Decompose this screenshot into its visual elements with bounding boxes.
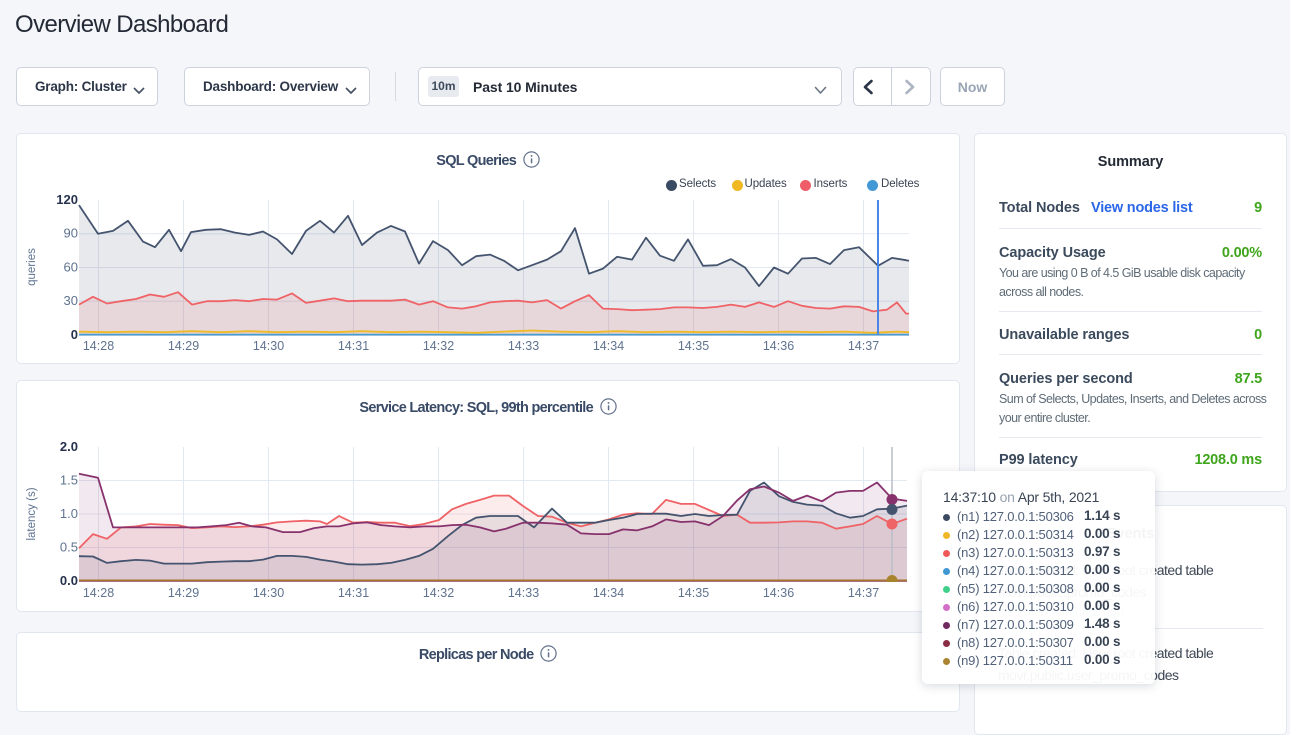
svg-text:14:35: 14:35 — [678, 339, 709, 353]
svg-text:0.0: 0.0 — [60, 573, 78, 588]
svg-text:2.0: 2.0 — [60, 439, 78, 454]
svg-text:14:33: 14:33 — [508, 586, 539, 600]
svg-text:1.5: 1.5 — [60, 473, 78, 488]
svg-text:14:33: 14:33 — [508, 339, 539, 353]
svg-text:0: 0 — [71, 327, 78, 342]
svg-text:14:32: 14:32 — [423, 339, 454, 353]
svg-text:14:34: 14:34 — [593, 586, 624, 600]
svg-text:queries: queries — [26, 248, 38, 286]
svg-text:14:32: 14:32 — [423, 586, 454, 600]
svg-text:14:29: 14:29 — [168, 586, 199, 600]
svg-text:90: 90 — [64, 226, 78, 241]
svg-text:14:37: 14:37 — [848, 339, 879, 353]
svg-text:14:31: 14:31 — [338, 339, 369, 353]
svg-text:60: 60 — [64, 260, 78, 275]
svg-text:14:35: 14:35 — [678, 586, 709, 600]
svg-text:30: 30 — [64, 293, 78, 308]
svg-text:14:36: 14:36 — [763, 339, 794, 353]
svg-text:14:34: 14:34 — [593, 339, 624, 353]
svg-text:14:28: 14:28 — [83, 339, 114, 353]
svg-text:14:30: 14:30 — [253, 339, 284, 353]
svg-text:14:30: 14:30 — [253, 586, 284, 600]
svg-text:120: 120 — [56, 192, 78, 207]
svg-text:14:31: 14:31 — [338, 586, 369, 600]
svg-text:0.5: 0.5 — [60, 540, 78, 555]
svg-text:14:28: 14:28 — [83, 586, 114, 600]
svg-text:14:37: 14:37 — [848, 586, 879, 600]
svg-text:1.0: 1.0 — [60, 506, 78, 521]
svg-text:latency (s): latency (s) — [26, 487, 38, 540]
svg-text:14:29: 14:29 — [168, 339, 199, 353]
svg-text:14:36: 14:36 — [763, 586, 794, 600]
